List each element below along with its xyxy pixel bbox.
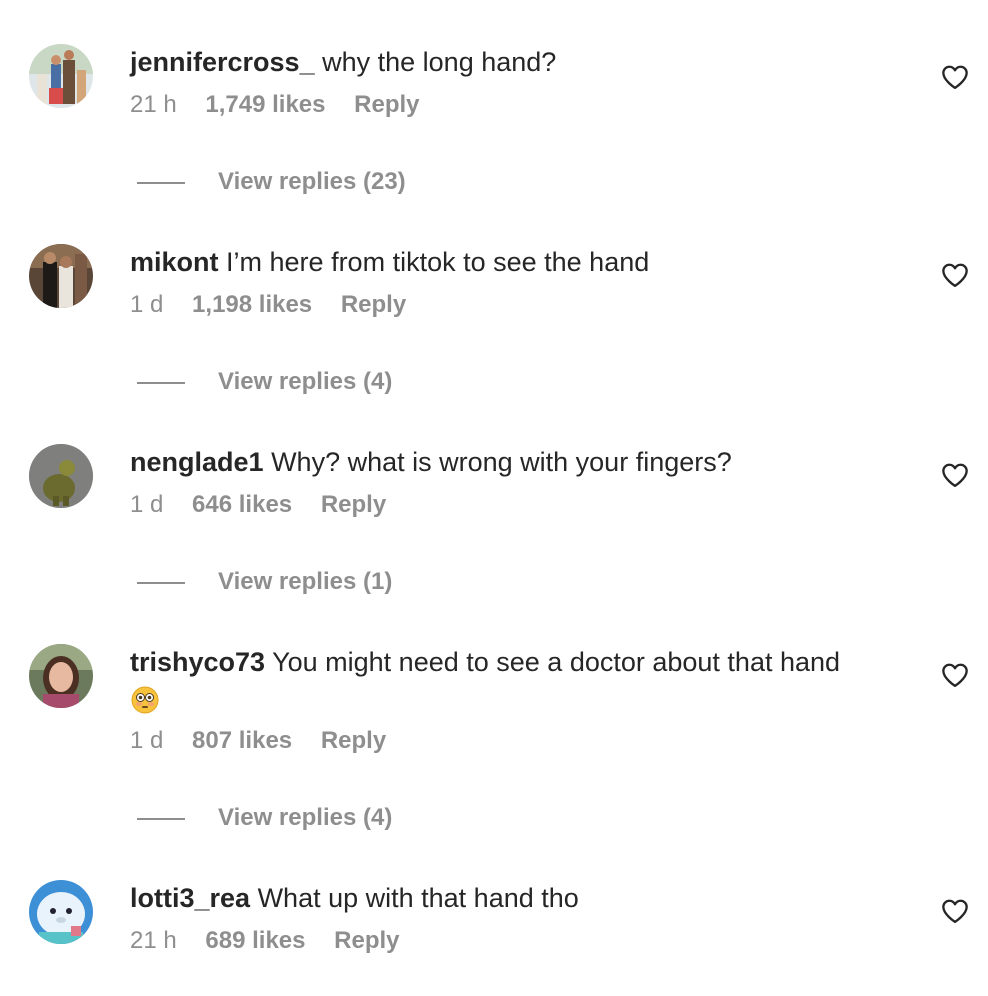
flushed-face-emoji: [130, 685, 160, 715]
view-replies-button[interactable]: View replies (23): [137, 167, 406, 197]
comment-text-line: lotti3_rea What up with that hand tho: [130, 880, 910, 916]
reply-button[interactable]: Reply: [354, 90, 419, 120]
view-replies-button[interactable]: View replies (4): [137, 367, 392, 397]
view-replies-label: View replies (23): [218, 168, 406, 195]
comment-text-line: jennifercross_ why the long hand?: [130, 44, 910, 80]
comment-text: Why? what is wrong with your fingers?: [271, 447, 732, 477]
comment-likes[interactable]: 1,749 likes: [205, 90, 325, 120]
divider-line: [137, 817, 185, 820]
view-replies-label: View replies (4): [218, 804, 393, 831]
comment-meta: 1 d 807 likes Reply: [130, 726, 910, 756]
comment-text: why the long hand?: [322, 47, 557, 77]
avatar[interactable]: [29, 644, 93, 708]
comment-meta: 1 d 1,198 likes Reply: [130, 290, 910, 320]
comment-meta: 21 h 1,749 likes Reply: [130, 90, 910, 120]
reply-button[interactable]: Reply: [321, 726, 386, 756]
view-replies-label: View replies (4): [218, 368, 393, 395]
avatar[interactable]: [29, 44, 93, 108]
comment-username[interactable]: jennifercross_: [130, 47, 315, 77]
comment-username[interactable]: nenglade1: [130, 447, 264, 477]
comment-time[interactable]: 21 h: [130, 926, 177, 956]
comment-likes[interactable]: 1,198 likes: [192, 290, 312, 320]
divider-line: [137, 381, 185, 384]
view-replies-button[interactable]: View replies (1): [137, 567, 392, 597]
comment-body: lotti3_rea What up with that hand tho 21…: [130, 880, 910, 956]
comment-text-line: nenglade1 Why? what is wrong with your f…: [130, 444, 910, 480]
emoji-line: [130, 680, 910, 716]
comment-likes[interactable]: 646 likes: [192, 490, 292, 520]
heart-icon[interactable]: [941, 662, 969, 688]
heart-icon[interactable]: [941, 262, 969, 288]
avatar[interactable]: [29, 444, 93, 508]
divider-line: [137, 581, 185, 584]
comment-meta: 21 h 689 likes Reply: [130, 926, 910, 956]
comment-body: nenglade1 Why? what is wrong with your f…: [130, 444, 910, 520]
avatar[interactable]: [29, 880, 93, 944]
comment-body: jennifercross_ why the long hand? 21 h 1…: [130, 44, 910, 120]
comment-time[interactable]: 21 h: [130, 90, 177, 120]
comment-username[interactable]: mikont: [130, 247, 219, 277]
comment-username[interactable]: lotti3_rea: [130, 883, 250, 913]
comment-text: What up with that hand tho: [257, 883, 579, 913]
comment-text: You might need to see a doctor about tha…: [272, 647, 841, 677]
comment-time[interactable]: 1 d: [130, 290, 163, 320]
heart-icon[interactable]: [941, 64, 969, 90]
heart-icon[interactable]: [941, 462, 969, 488]
comment-meta: 1 d 646 likes Reply: [130, 490, 910, 520]
comment-text-line: trishyco73 You might need to see a docto…: [130, 644, 910, 716]
comment-text: I’m here from tiktok to see the hand: [226, 247, 650, 277]
reply-button[interactable]: Reply: [321, 490, 386, 520]
view-replies-label: View replies (1): [218, 568, 393, 595]
comment-body: mikont I’m here from tiktok to see the h…: [130, 244, 910, 320]
divider-line: [137, 181, 185, 184]
comment-body: trishyco73 You might need to see a docto…: [130, 644, 910, 756]
comment-time[interactable]: 1 d: [130, 490, 163, 520]
view-replies-button[interactable]: View replies (4): [137, 803, 392, 833]
comment-username[interactable]: trishyco73: [130, 647, 265, 677]
comment-time[interactable]: 1 d: [130, 726, 163, 756]
reply-button[interactable]: Reply: [341, 290, 406, 320]
heart-icon[interactable]: [941, 898, 969, 924]
reply-button[interactable]: Reply: [334, 926, 399, 956]
avatar[interactable]: [29, 244, 93, 308]
comment-text-line: mikont I’m here from tiktok to see the h…: [130, 244, 910, 280]
comment-likes[interactable]: 807 likes: [192, 726, 292, 756]
comment-likes[interactable]: 689 likes: [205, 926, 305, 956]
